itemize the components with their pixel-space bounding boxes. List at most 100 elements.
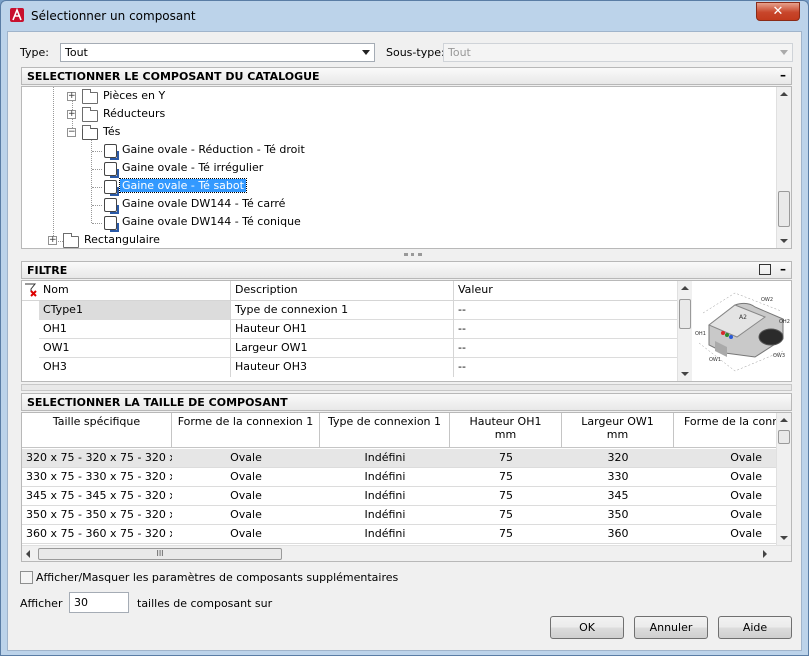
open-folder-icon xyxy=(82,125,98,140)
type-cell: Indéfini xyxy=(364,470,406,483)
splitter-grip[interactable] xyxy=(404,253,422,256)
filter-clear-icon[interactable] xyxy=(24,283,38,297)
size-row[interactable]: 320 x 75 - 320 x 75 - 320 x ... Ovale In… xyxy=(22,449,776,468)
filter-row[interactable]: OW1 Largeur OW1 -- xyxy=(39,339,692,358)
afficher-suffix-label: tailles de composant sur xyxy=(137,597,273,610)
type-dropdown-value: Tout xyxy=(65,46,88,59)
catalog-panel-header[interactable]: SELECTIONNER LE COMPOSANT DU CATALOGUE – xyxy=(21,67,792,85)
filter-panel-title: FILTRE xyxy=(27,264,68,277)
collapse-icon[interactable]: – xyxy=(780,68,786,82)
ow1-cell: 350 xyxy=(607,508,629,521)
col-header-forme-connexion-2[interactable]: Forme de la conn xyxy=(674,413,776,448)
scroll-thumb[interactable] xyxy=(679,299,691,329)
filter-name-cell: OW1 xyxy=(39,339,231,358)
panel-divider[interactable] xyxy=(21,384,792,391)
shape-cell: Ovale xyxy=(230,508,262,521)
dialog-window: Sélectionner un composant ✕ Type: Tout S… xyxy=(0,0,809,656)
filter-value-cell[interactable]: -- xyxy=(454,358,692,377)
shape2-cell: Ovale xyxy=(730,508,762,521)
scroll-left-icon[interactable] xyxy=(26,550,30,558)
size-row[interactable]: 350 x 75 - 350 x 75 - 320 x ... Ovale In… xyxy=(22,506,776,525)
oh1-cell: 75 xyxy=(499,527,513,540)
scroll-down-icon[interactable] xyxy=(780,239,788,243)
scroll-thumb[interactable]: III xyxy=(38,548,282,560)
scroll-down-icon[interactable] xyxy=(780,536,788,540)
title-bar[interactable]: Sélectionner un composant ✕ xyxy=(1,1,808,31)
size-grid[interactable]: Taille spécifique Forme de la connexion … xyxy=(21,412,792,562)
type-dropdown[interactable]: Tout xyxy=(60,43,375,62)
filter-row[interactable]: OH3 Hauteur OH3 -- xyxy=(39,358,692,377)
tree-item-label: Tés xyxy=(103,125,121,138)
scroll-thumb[interactable] xyxy=(778,191,790,227)
dialog-client-area: Type: Tout Sous-type: Tout SELECTIONNER … xyxy=(7,31,802,651)
preview-label: OW3 xyxy=(773,353,785,359)
tree-item-label: Gaine ovale - Réduction - Té droit xyxy=(122,143,305,156)
filter-scrollbar[interactable] xyxy=(677,281,692,381)
ow1-cell: 345 xyxy=(607,489,629,502)
col-header-description[interactable]: Description xyxy=(231,281,454,300)
expand-icon[interactable]: + xyxy=(67,92,76,101)
col-header-type-connexion-1[interactable]: Type de connexion 1 xyxy=(320,413,450,448)
size-row[interactable]: 360 x 75 - 360 x 75 - 320 x ... Ovale In… xyxy=(22,525,776,544)
col-header-hauteur-oh1[interactable]: Hauteur OH1 mm xyxy=(450,413,562,448)
close-button[interactable]: ✕ xyxy=(756,2,800,21)
type-cell: Indéfini xyxy=(364,508,406,521)
scroll-right-icon[interactable] xyxy=(763,550,767,558)
col-header-nom[interactable]: Nom xyxy=(39,281,231,300)
catalog-tree[interactable]: + Pièces en Y + Réducteurs − Tés Gaine o… xyxy=(21,86,792,249)
component-icon xyxy=(104,180,119,196)
size-vscrollbar[interactable] xyxy=(776,413,791,545)
scroll-up-icon[interactable] xyxy=(780,418,788,422)
size-cell: 360 x 75 - 360 x 75 - 320 x ... xyxy=(26,527,172,540)
oh1-cell: 75 xyxy=(499,489,513,502)
tree-item-label: Pièces en Y xyxy=(103,89,166,102)
size-hscrollbar[interactable]: III xyxy=(22,545,791,561)
catalog-scrollbar[interactable] xyxy=(776,87,791,248)
expand-icon[interactable]: + xyxy=(67,110,76,119)
size-row[interactable]: 345 x 75 - 345 x 75 - 320 x ... Ovale In… xyxy=(22,487,776,506)
col-header-forme-connexion-1[interactable]: Forme de la connexion 1 xyxy=(172,413,320,448)
filter-name-cell: OH3 xyxy=(39,358,231,377)
col-header-valeur[interactable]: Valeur xyxy=(454,281,692,300)
show-params-checkbox[interactable] xyxy=(20,571,33,584)
shape2-cell: Ovale xyxy=(730,489,762,502)
component-preview-image: OW2 A2 OH2 OH1 OW1 OW3 xyxy=(695,292,790,372)
filter-panel-header[interactable]: FILTRE – xyxy=(21,261,792,279)
size-cell: 350 x 75 - 350 x 75 - 320 x ... xyxy=(26,508,172,521)
scroll-up-icon[interactable] xyxy=(780,92,788,96)
cancel-button[interactable]: Annuler xyxy=(634,616,708,639)
maximize-icon[interactable] xyxy=(759,264,771,275)
scroll-thumb[interactable] xyxy=(778,430,790,444)
component-icon xyxy=(104,144,119,160)
filter-row[interactable]: CType1 Type de connexion 1 -- xyxy=(39,301,692,320)
size-panel-header[interactable]: SELECTIONNER LA TAILLE DE COMPOSANT xyxy=(21,393,792,411)
collapse-node-icon[interactable]: − xyxy=(67,128,76,137)
size-cell: 320 x 75 - 320 x 75 - 320 x ... xyxy=(26,451,172,464)
filter-value-cell[interactable]: -- xyxy=(454,320,692,339)
help-button[interactable]: Aide xyxy=(718,616,792,639)
col-header-taille[interactable]: Taille spécifique xyxy=(22,413,172,448)
filter-value-cell[interactable]: -- xyxy=(454,339,692,358)
preview-label: OH2 xyxy=(779,319,790,325)
col-header-largeur-ow1[interactable]: Largeur OW1 mm xyxy=(562,413,674,448)
scroll-down-icon[interactable] xyxy=(681,372,689,376)
filter-name-cell: CType1 xyxy=(39,301,231,320)
expand-icon[interactable]: + xyxy=(48,236,57,245)
filter-value-cell[interactable]: -- xyxy=(454,301,692,320)
filter-row[interactable]: OH1 Hauteur OH1 -- xyxy=(39,320,692,339)
preview-label: OW1 xyxy=(709,357,721,363)
chevron-down-icon xyxy=(362,50,370,55)
ok-button[interactable]: OK xyxy=(550,616,624,639)
type-cell: Indéfini xyxy=(364,527,406,540)
scroll-up-icon[interactable] xyxy=(681,286,689,290)
subtype-dropdown[interactable]: Tout xyxy=(443,43,793,62)
shape-cell: Ovale xyxy=(230,527,262,540)
tree-item-label: Rectangulaire xyxy=(84,233,160,246)
shape2-cell: Ovale xyxy=(730,451,762,464)
tree-item-label-selected: Gaine ovale - Té sabot xyxy=(119,178,247,193)
size-row[interactable]: 330 x 75 - 330 x 75 - 320 x ... Ovale In… xyxy=(22,468,776,487)
afficher-input[interactable]: 30 xyxy=(69,592,129,613)
collapse-icon[interactable]: – xyxy=(780,262,786,276)
filter-grid[interactable]: Nom Description Valeur CType1 Type de co… xyxy=(22,281,692,381)
filter-name-cell: OH1 xyxy=(39,320,231,339)
